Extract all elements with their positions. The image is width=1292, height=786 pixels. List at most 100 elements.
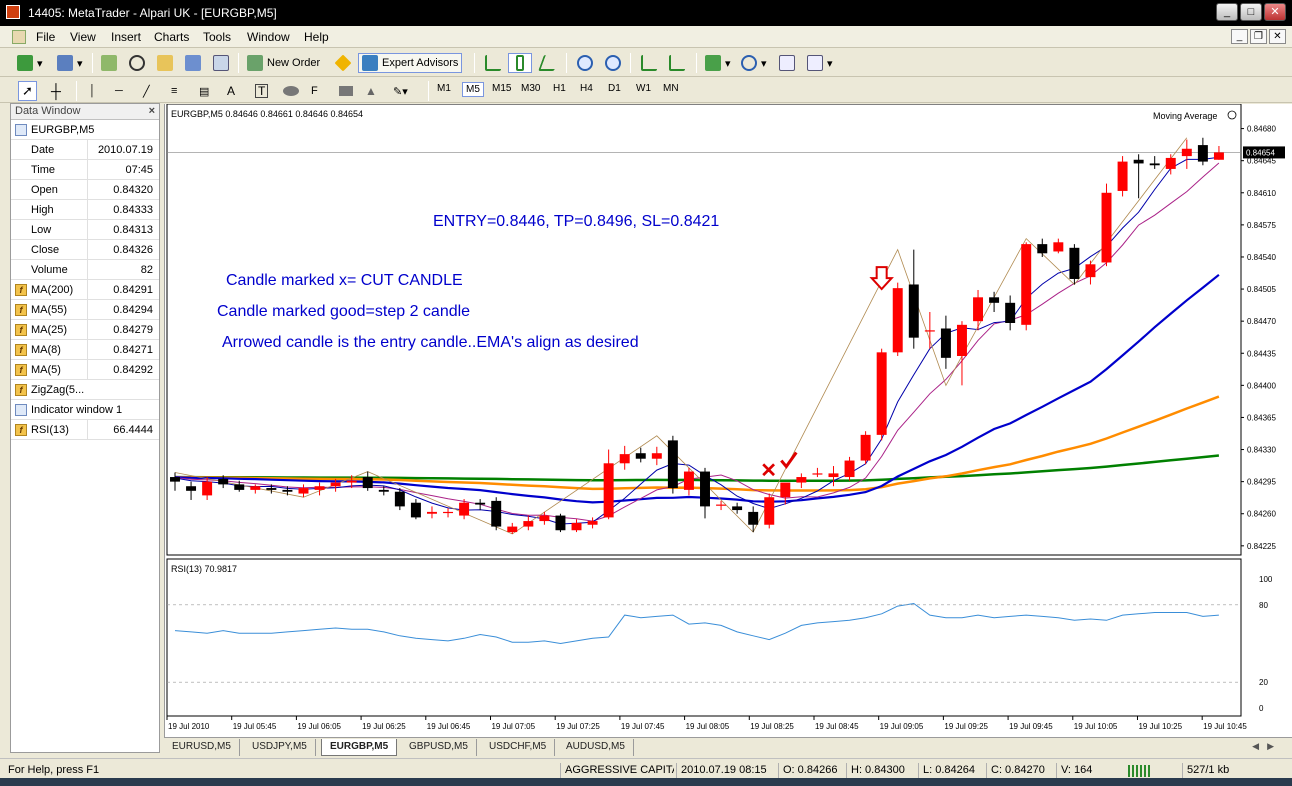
mdi-close-button[interactable]: ✕ [1269, 29, 1286, 44]
bar-chart-icon [485, 55, 501, 71]
chart-window-icon [807, 55, 823, 71]
timeframe-mn[interactable]: MN [660, 82, 682, 95]
new-chart-button[interactable]: ▾ [14, 53, 46, 73]
bar-chart-button[interactable] [482, 53, 504, 73]
timeframe-h4[interactable]: H4 [577, 82, 596, 95]
bull-candle [796, 477, 807, 483]
bull-candle [844, 460, 855, 478]
vertical-line-button[interactable]: │ [86, 81, 99, 101]
templates-button[interactable] [776, 53, 798, 73]
menu-insert[interactable]: Insert [111, 30, 141, 44]
horizontal-line-button[interactable]: ─ [112, 81, 126, 101]
candle-chart-button[interactable] [508, 53, 532, 73]
price-tick-label: 0.84610 [1247, 189, 1276, 198]
tab-usdchf[interactable]: USDCHF,M5 [481, 739, 556, 756]
crosshair-tool-icon: ┼ [51, 83, 61, 99]
bear-candle [1005, 302, 1016, 323]
time-tick-label: 19 Jul 2010 [168, 722, 210, 731]
menu-file[interactable]: File [36, 30, 55, 44]
price-tick-label: 0.84505 [1247, 285, 1276, 294]
chart-shift-button[interactable] [638, 53, 660, 73]
bull-candle [587, 521, 598, 525]
function-icon: f [15, 284, 27, 296]
horizontal-line-icon: ─ [115, 85, 123, 97]
crosshair-button[interactable]: ┼ [48, 81, 64, 101]
arrows-icon: ✎▾ [393, 85, 408, 98]
app-icon [6, 5, 20, 19]
menu-help[interactable]: Help [304, 30, 329, 44]
mdi-minimize-button[interactable]: _ [1231, 29, 1248, 44]
text-button[interactable]: A [224, 81, 238, 101]
chart-window[interactable]: EURGBP,M5 0.84646 0.84661 0.84646 0.8465… [164, 104, 1292, 737]
magnifier-icon [213, 55, 229, 71]
line-chart-button[interactable] [538, 53, 560, 73]
timeframe-m15[interactable]: M15 [489, 82, 514, 95]
close-button[interactable]: ✕ [1264, 3, 1286, 21]
strategy-tester-button[interactable] [210, 53, 232, 73]
bear-candle [908, 284, 919, 338]
rectangle-button[interactable] [336, 81, 356, 101]
triangle-button[interactable]: ▲ [362, 81, 380, 101]
tab-gbpusd[interactable]: GBPUSD,M5 [401, 739, 477, 756]
tab-scroll-arrows[interactable]: ◀▶ [1252, 741, 1282, 752]
navigator-button[interactable] [154, 53, 176, 73]
window-controls: _ □ ✕ [1216, 3, 1286, 21]
text-label-button[interactable]: T [252, 81, 271, 101]
zoom-in-button[interactable] [574, 53, 596, 73]
autoscroll-button[interactable] [666, 53, 688, 73]
timeframe-h1[interactable]: H1 [550, 82, 569, 95]
bull-candle [973, 297, 984, 322]
price-chart[interactable]: EURGBP,M5 0.84646 0.84661 0.84646 0.8465… [165, 104, 1292, 737]
bear-candle [266, 488, 277, 490]
metaeditor-button[interactable] [332, 53, 354, 73]
text-label-icon: T [255, 84, 269, 98]
tab-audusd[interactable]: AUDUSD,M5 [558, 739, 634, 756]
time-tick-label: 19 Jul 10:25 [1138, 722, 1182, 731]
maximize-button[interactable]: □ [1240, 3, 1262, 21]
menu-window[interactable]: Window [247, 30, 290, 44]
timeframe-d1[interactable]: D1 [605, 82, 624, 95]
timeframe-m5[interactable]: M5 [462, 82, 484, 97]
menu-view[interactable]: View [70, 30, 96, 44]
data-window-close-icon[interactable]: × [149, 105, 155, 117]
new-order-button[interactable]: New Order [244, 53, 323, 73]
ellipse-button[interactable] [280, 81, 302, 101]
tab-eurusd[interactable]: EURUSD,M5 [164, 739, 240, 756]
minimize-button[interactable]: _ [1216, 3, 1238, 21]
bear-candle [635, 453, 646, 459]
data-window-button[interactable] [126, 53, 148, 73]
cursor-button[interactable]: ➚ [18, 81, 37, 101]
timeframe-m1[interactable]: M1 [434, 82, 454, 95]
menu-charts[interactable]: Charts [154, 30, 189, 44]
arrows-button[interactable]: ✎▾ [390, 81, 411, 101]
market-watch-button[interactable] [98, 53, 120, 73]
row-value: 0.84320 [113, 184, 153, 196]
menu-tools[interactable]: Tools [203, 30, 231, 44]
expert-advisors-icon [362, 55, 378, 71]
tab-usdjpy[interactable]: USDJPY,M5 [244, 739, 316, 756]
terminal-button[interactable] [182, 53, 204, 73]
timeframe-w1[interactable]: W1 [633, 82, 654, 95]
equidistant-channel-button[interactable]: ≡ [168, 81, 180, 101]
tab-eurgbp[interactable]: EURGBP,M5 [321, 739, 398, 756]
expert-advisors-button[interactable]: Expert Advisors [358, 53, 463, 73]
indicator-row-ma200: f MA(200) 0.84291 [11, 280, 159, 300]
indicator-row-zigzag: f ZigZag(5... [11, 380, 159, 400]
triangle-icon: ▲ [365, 84, 377, 98]
chart-icon [15, 404, 27, 416]
chart-properties-button[interactable]: ▾ [804, 53, 836, 73]
bull-candle [716, 504, 727, 506]
zoom-out-button[interactable] [602, 53, 624, 73]
indicators-button[interactable]: ▾ [702, 53, 734, 73]
periods-button[interactable]: ▾ [738, 53, 770, 73]
rsi-header: RSI(13) 70.9817 [171, 564, 237, 574]
indicator-row-ma5: f MA(5) 0.84292 [11, 360, 159, 380]
trend-line-button[interactable]: ╱ [140, 81, 153, 101]
data-row-time: Time 07:45 [11, 160, 159, 180]
mdi-restore-button[interactable]: ❐ [1250, 29, 1267, 44]
connection-bars-icon [1128, 765, 1152, 777]
profiles-button[interactable]: ▾ [54, 53, 86, 73]
fibonacci-button[interactable]: ▤ [196, 81, 212, 101]
fibo-fan-button[interactable]: F [308, 81, 321, 101]
timeframe-m30[interactable]: M30 [518, 82, 543, 95]
